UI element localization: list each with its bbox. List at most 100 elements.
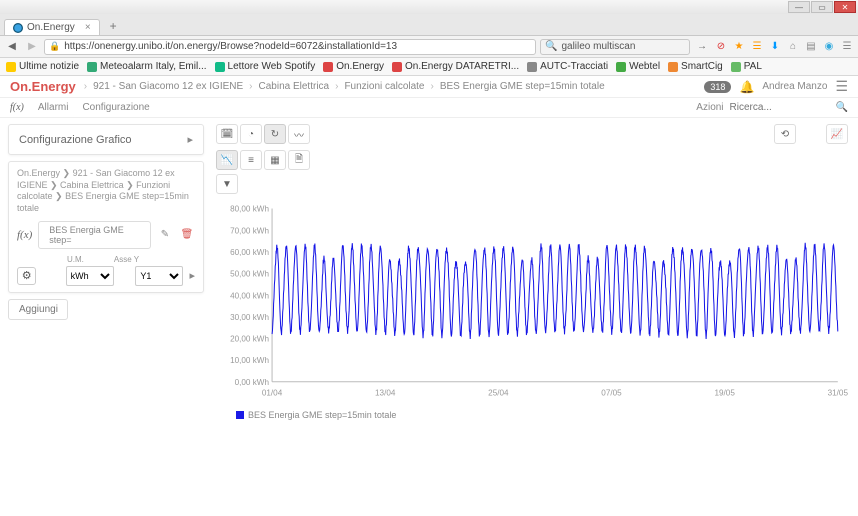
ext-icon[interactable]: ⌂	[786, 40, 800, 54]
bookmark-item[interactable]: Ultime notizie	[6, 61, 79, 72]
chart-filter-toolbar: ▼	[216, 174, 848, 194]
bookmark-icon	[87, 62, 97, 72]
chart-plot[interactable]: 0,00 kWh10,00 kWh20,00 kWh30,00 kWh40,00…	[216, 198, 848, 408]
bookmark-icon	[668, 62, 678, 72]
clock-button[interactable]: ◔	[240, 124, 262, 144]
series-name-field[interactable]: BES Energia GME step=	[38, 221, 151, 249]
bookmark-icon	[323, 62, 333, 72]
window-minimize-button[interactable]: —	[788, 1, 810, 13]
browser-tab-active[interactable]: On.Energy ×	[4, 19, 100, 35]
browser-toolbar: ◀ ▶ 🔒 https://onenergy.unibo.it/on.energ…	[0, 36, 858, 58]
nav-back-button[interactable]: ◀	[4, 39, 20, 55]
ext-icon[interactable]: ⬇	[768, 40, 782, 54]
window-maximize-button[interactable]: ▭	[811, 1, 833, 13]
view-export-button[interactable]: 🗎	[288, 150, 310, 170]
chart-area: 🗓 ◔ ↻ 〰 ⟲ 📈 📉 ≡ ▦ 🗎 ▼ 0,00 kWh 10,00 kWh 2…	[210, 118, 858, 516]
unit-select[interactable]: kWh	[66, 266, 114, 286]
add-button[interactable]: Aggiungi	[8, 299, 68, 320]
chart-svg: 0,00 kWh10,00 kWh20,00 kWh30,00 kWh40,00…	[216, 198, 848, 408]
tab-favicon	[13, 23, 23, 33]
delete-icon[interactable]: 🗑	[179, 229, 195, 240]
view-bars-button[interactable]: ≡	[240, 150, 262, 170]
bookmark-item[interactable]: Meteoalarm Italy, Emil...	[87, 61, 207, 72]
chevron-right-icon[interactable]: ▸	[189, 269, 195, 282]
actions-label[interactable]: Azioni	[696, 102, 723, 113]
bookmark-icon	[527, 62, 537, 72]
subtab-allarmi[interactable]: Allarmi	[38, 102, 69, 113]
ext-icon[interactable]: ⊘	[714, 40, 728, 54]
notifications-badge[interactable]: 318	[704, 81, 731, 93]
panel-config-title[interactable]: Configurazione Grafico ▸	[8, 124, 204, 155]
chevron-right-icon: ›	[431, 81, 434, 92]
search-icon[interactable]: 🔍	[836, 102, 848, 113]
panel-series-config: On.Energy ❯ 921 - San Giacomo 12 ex IGIE…	[8, 161, 204, 293]
chevron-right-icon: ›	[84, 81, 87, 92]
lock-icon: 🔒	[49, 41, 60, 52]
bookmark-item[interactable]: On.Energy	[323, 61, 384, 72]
range-edit-button[interactable]: 〰	[288, 124, 310, 144]
user-name[interactable]: Andrea Manzo	[762, 81, 827, 92]
ext-icon[interactable]: ☰	[750, 40, 764, 54]
ext-icon[interactable]: ☰	[840, 40, 854, 54]
svg-text:30,00 kWh: 30,00 kWh	[230, 313, 269, 322]
breadcrumb-item[interactable]: Cabina Elettrica	[259, 81, 330, 92]
main-content: Configurazione Grafico ▸ On.Energy ❯ 921…	[0, 118, 858, 516]
browser-search-field[interactable]: 🔍 galileo multiscan	[540, 39, 690, 55]
legend-label: BES Energia GME step=15min totale	[248, 410, 396, 420]
bookmark-item[interactable]: Webtel	[616, 61, 660, 72]
app-header: On.Energy › 921 - San Giacomo 12 ex IGIE…	[0, 76, 858, 98]
breadcrumb-text: On.Energy ❯ 921 - San Giacomo 12 ex IGIE…	[17, 168, 195, 215]
trend-button[interactable]: 📈	[826, 124, 848, 144]
app-logo[interactable]: On.Energy	[10, 79, 76, 94]
subtab-configurazione[interactable]: Configurazione	[82, 102, 149, 113]
fx-label: f(x)	[10, 102, 24, 113]
breadcrumb-item[interactable]: BES Energia GME step=15min totale	[440, 81, 605, 92]
window-close-button[interactable]: ✕	[834, 1, 856, 13]
settings-icon[interactable]: ⚙	[17, 267, 36, 285]
svg-text:13/04: 13/04	[375, 388, 396, 397]
browser-tabstrip: On.Energy × +	[0, 14, 858, 36]
view-grid-button[interactable]: ▦	[264, 150, 286, 170]
calendar-button[interactable]: 🗓	[216, 124, 238, 144]
bookmark-item[interactable]: PAL	[731, 61, 762, 72]
svg-text:07/05: 07/05	[601, 388, 622, 397]
axis-header: Asse Y	[114, 255, 139, 264]
window-titlebar: — ▭ ✕	[0, 0, 858, 14]
bookmark-item[interactable]: SmartCig	[668, 61, 723, 72]
chart-view-toolbar: 📉 ≡ ▦ 🗎	[216, 150, 848, 170]
new-tab-button[interactable]: +	[104, 17, 123, 35]
ext-icon[interactable]: ◉	[822, 40, 836, 54]
address-bar[interactable]: 🔒 https://onenergy.unibo.it/on.energy/Br…	[44, 39, 536, 55]
reload-button[interactable]: ⟲	[774, 124, 796, 144]
svg-text:20,00 kWh: 20,00 kWh	[230, 334, 269, 343]
fx-icon: f(x)	[17, 229, 32, 241]
breadcrumb-item[interactable]: 921 - San Giacomo 12 ex IGIENE	[93, 81, 243, 92]
svg-text:01/04: 01/04	[262, 388, 283, 397]
svg-text:10,00 kWh: 10,00 kWh	[230, 356, 269, 365]
bell-icon[interactable]: 🔔	[739, 80, 754, 94]
svg-text:25/04: 25/04	[488, 388, 509, 397]
sub-header: f(x) Allarmi Configurazione Azioni 🔍	[0, 98, 858, 118]
nav-forward-button[interactable]: ▶	[24, 39, 40, 55]
bookmark-item[interactable]: AUTC-Tracciati	[527, 61, 608, 72]
bookmark-item[interactable]: On.Energy DATARETRI...	[392, 61, 519, 72]
axis-select[interactable]: Y1	[135, 266, 183, 286]
search-input[interactable]	[730, 101, 830, 115]
filter-button[interactable]: ▼	[216, 174, 238, 194]
ext-icon[interactable]: ★	[732, 40, 746, 54]
bookmark-icon	[616, 62, 626, 72]
sidebar: Configurazione Grafico ▸ On.Energy ❯ 921…	[0, 118, 210, 516]
tab-close-icon[interactable]: ×	[85, 22, 91, 33]
browser-extensions: ⊘ ★ ☰ ⬇ ⌂ ▤ ◉ ☰	[714, 40, 854, 54]
bookmark-item[interactable]: Lettore Web Spotify	[215, 61, 316, 72]
legend-swatch	[236, 411, 244, 419]
hamburger-menu-icon[interactable]: ☰	[835, 78, 848, 95]
refresh-mode-button[interactable]: ↻	[264, 124, 286, 144]
breadcrumb-item[interactable]: Funzioni calcolate	[344, 81, 424, 92]
nav-go-button[interactable]: →	[694, 39, 710, 55]
edit-icon[interactable]: ✎	[157, 229, 173, 240]
ext-icon[interactable]: ▤	[804, 40, 818, 54]
svg-text:0,00 kWh: 0,00 kWh	[235, 378, 270, 387]
svg-text:19/05: 19/05	[714, 388, 735, 397]
view-line-button[interactable]: 📉	[216, 150, 238, 170]
